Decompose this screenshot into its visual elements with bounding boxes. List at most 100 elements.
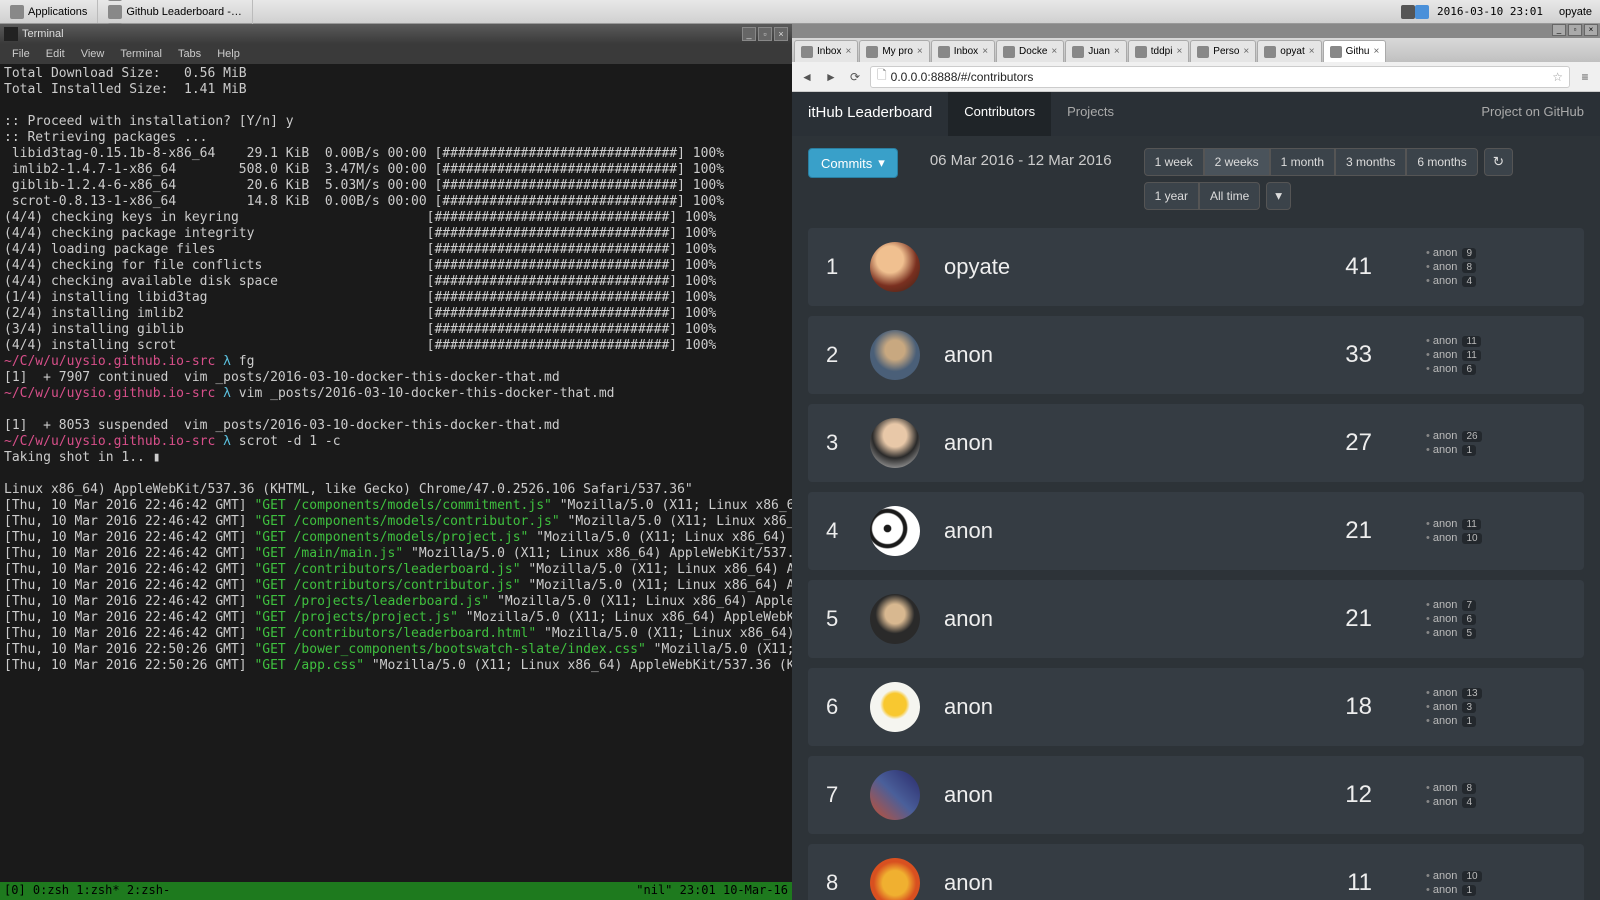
browser-tab[interactable]: Juan×	[1065, 40, 1127, 62]
terminal-body[interactable]: Total Download Size: 0.56 MiB Total Inst…	[0, 64, 792, 882]
range-button[interactable]: 6 months	[1406, 148, 1477, 176]
contributor-name[interactable]: anon	[944, 870, 1288, 896]
breakdown-list: anon 26anon 1	[1426, 429, 1566, 457]
avatar[interactable]	[870, 858, 920, 900]
user-label[interactable]: opyate	[1551, 6, 1600, 18]
avatar[interactable]	[870, 242, 920, 292]
browser-minimize[interactable]: _	[1552, 24, 1566, 36]
tab-close-icon[interactable]: ×	[1114, 46, 1120, 57]
tab-close-icon[interactable]: ×	[1243, 46, 1249, 57]
caret-down-icon: ▾	[878, 155, 885, 171]
url-bar[interactable]: 🗋 0.0.0.0:8888/#/contributors ☆	[870, 66, 1570, 88]
range-button[interactable]: All time	[1199, 182, 1260, 210]
tab-favicon	[1264, 46, 1276, 58]
bookmark-star-icon[interactable]: ☆	[1552, 70, 1563, 84]
tray-icon-2[interactable]	[1415, 5, 1429, 19]
maximize-button[interactable]: ▫	[758, 27, 772, 41]
rank-number: 7	[826, 782, 846, 808]
browser-tab[interactable]: My pro×	[859, 40, 929, 62]
browser-tabstrip: Inbox×My pro×Inbox×Docke×Juan×tddpi×Pers…	[792, 38, 1600, 62]
rank-number: 5	[826, 606, 846, 632]
close-button[interactable]: ×	[774, 27, 788, 41]
app-brand[interactable]: itHub Leaderboard	[792, 92, 948, 136]
tab-label: Inbox	[817, 46, 841, 57]
browser-tab[interactable]: Inbox ×	[794, 40, 858, 62]
leaderboard-row[interactable]: 5anon21anon 7anon 6anon 5	[808, 580, 1584, 658]
breakdown-item: anon 11	[1426, 348, 1566, 362]
avatar[interactable]	[870, 594, 920, 644]
tab-close-icon[interactable]: ×	[845, 46, 851, 57]
avatar[interactable]	[870, 418, 920, 468]
refresh-button[interactable]: ↻	[1484, 148, 1513, 176]
tab-label: tddpi	[1151, 46, 1173, 57]
contributor-name[interactable]: anon	[944, 518, 1288, 544]
leaderboard-row[interactable]: 1opyate41anon 9anon 8anon 4	[808, 228, 1584, 306]
applications-menu[interactable]: Applications	[0, 0, 98, 23]
nav-contributors[interactable]: Contributors	[948, 92, 1051, 136]
avatar[interactable]	[870, 330, 920, 380]
browser-tab[interactable]: Inbox×	[931, 40, 995, 62]
tab-close-icon[interactable]: ×	[982, 46, 988, 57]
leaderboard-row[interactable]: 8anon11anon 10anon 1	[808, 844, 1584, 900]
browser-close[interactable]: ×	[1584, 24, 1598, 36]
browser-tab[interactable]: Githu×	[1323, 40, 1387, 62]
browser-tab[interactable]: tddpi×	[1128, 40, 1190, 62]
taskbar-window-item[interactable]: Github Leaderboard -…	[98, 3, 253, 21]
contributor-name[interactable]: anon	[944, 430, 1288, 456]
browser-maximize[interactable]: ▫	[1568, 24, 1582, 36]
terminal-menu-item[interactable]: Terminal	[112, 46, 170, 62]
leaderboard-row[interactable]: 7anon12anon 8anon 4	[808, 756, 1584, 834]
browser-window-controls: _ ▫ ×	[792, 24, 1600, 38]
filter-bar: Commits ▾ 06 Mar 2016 - 12 Mar 2016 1 we…	[792, 136, 1600, 228]
tab-close-icon[interactable]: ×	[917, 46, 923, 57]
range-button[interactable]: 3 months	[1335, 148, 1406, 176]
rank-number: 3	[826, 430, 846, 456]
nav-project-on-github[interactable]: Project on GitHub	[1465, 92, 1600, 136]
leaderboard-row[interactable]: 6anon18anon 13anon 3anon 1	[808, 668, 1584, 746]
breakdown-item: anon 1	[1426, 883, 1566, 897]
tab-close-icon[interactable]: ×	[1373, 46, 1379, 57]
tab-close-icon[interactable]: ×	[1176, 46, 1182, 57]
contributor-name[interactable]: anon	[944, 342, 1288, 368]
contributor-name[interactable]: anon	[944, 782, 1288, 808]
avatar[interactable]	[870, 770, 920, 820]
browser-tab[interactable]: Docke×	[996, 40, 1064, 62]
nav-projects[interactable]: Projects	[1051, 92, 1130, 136]
terminal-menu-item[interactable]: Tabs	[170, 46, 209, 62]
terminal-menu-item[interactable]: Edit	[38, 46, 73, 62]
tab-favicon	[938, 46, 950, 58]
terminal-menu-item[interactable]: Help	[209, 46, 248, 62]
range-button[interactable]: 1 year	[1144, 182, 1199, 210]
avatar[interactable]	[870, 682, 920, 732]
minimize-button[interactable]: _	[742, 27, 756, 41]
leaderboard-list[interactable]: 1opyate41anon 9anon 8anon 42anon33anon 1…	[792, 228, 1600, 900]
reload-button[interactable]: ⟳	[846, 68, 864, 86]
browser-tab[interactable]: Perso×	[1190, 40, 1256, 62]
range-button[interactable]: 2 weeks	[1204, 148, 1270, 176]
contributor-name[interactable]: opyate	[944, 254, 1288, 280]
apps-icon	[10, 5, 24, 19]
breakdown-item: anon 1	[1426, 714, 1566, 728]
avatar[interactable]	[870, 506, 920, 556]
terminal-menu-item[interactable]: File	[4, 46, 38, 62]
terminal-menu-item[interactable]: View	[73, 46, 113, 62]
range-button[interactable]: 1 month	[1270, 148, 1335, 176]
leaderboard-row[interactable]: 2anon33anon 11anon 11anon 6	[808, 316, 1584, 394]
tab-close-icon[interactable]: ×	[1309, 46, 1315, 57]
browser-tab[interactable]: opyat×	[1257, 40, 1321, 62]
window-icon	[108, 0, 122, 1]
tab-close-icon[interactable]: ×	[1051, 46, 1057, 57]
terminal-titlebar[interactable]: Terminal _ ▫ ×	[0, 24, 792, 44]
forward-button[interactable]: ►	[822, 68, 840, 86]
commits-dropdown[interactable]: Commits ▾	[808, 148, 898, 178]
contributor-name[interactable]: anon	[944, 694, 1288, 720]
range-button[interactable]: 1 week	[1144, 148, 1204, 176]
leaderboard-row[interactable]: 3anon27anon 26anon 1	[808, 404, 1584, 482]
range-more-button[interactable]: ▾	[1266, 182, 1291, 210]
menu-button[interactable]: ≡	[1576, 68, 1594, 86]
contributor-name[interactable]: anon	[944, 606, 1288, 632]
back-button[interactable]: ◄	[798, 68, 816, 86]
tray-icon-1[interactable]	[1401, 5, 1415, 19]
leaderboard-row[interactable]: 4anon21anon 11anon 10	[808, 492, 1584, 570]
breakdown-item: anon 4	[1426, 274, 1566, 288]
